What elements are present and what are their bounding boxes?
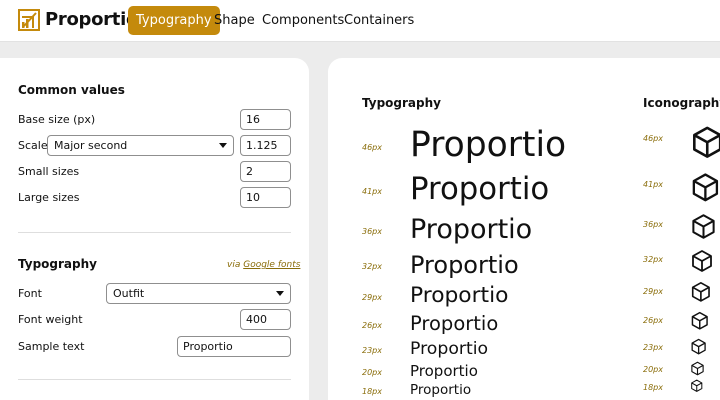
font-select[interactable]: Outfit xyxy=(106,283,291,304)
google-fonts-link[interactable]: Google fonts xyxy=(243,260,300,270)
large-sizes-label: Large sizes xyxy=(18,191,80,204)
sample-text-preview: Proportio xyxy=(410,125,567,166)
size-label: 32px xyxy=(643,255,663,265)
font-weight-label: Font weight xyxy=(18,313,83,326)
settings-panel: Common values Base size (px) 16 Scale Ma… xyxy=(0,58,309,400)
proportio-logo-icon xyxy=(18,9,40,31)
base-size-label: Base size (px) xyxy=(18,113,96,126)
cube-icon xyxy=(692,214,715,239)
chevron-down-icon xyxy=(276,291,284,296)
size-label: 41px xyxy=(643,180,663,190)
top-bar: Proportio Typography Shape Components Co… xyxy=(0,0,720,42)
size-label: 26px xyxy=(362,321,382,330)
sample-text-preview: Proportio xyxy=(410,171,550,208)
size-label: 46px xyxy=(362,143,382,152)
cube-icon xyxy=(691,281,710,302)
section-divider xyxy=(18,379,291,380)
size-label: 36px xyxy=(362,227,382,236)
sample-text-preview: Proportio xyxy=(410,338,489,359)
size-label: 36px xyxy=(643,220,663,230)
sample-text-preview: Proportio xyxy=(410,283,509,309)
cube-icon xyxy=(691,311,708,330)
section-divider xyxy=(18,232,291,233)
size-label: 46px xyxy=(643,134,663,144)
typography-settings-heading: Typography xyxy=(18,257,97,271)
nav-tab-containers[interactable]: Containers xyxy=(336,6,422,35)
font-weight-input[interactable]: 400 xyxy=(240,309,291,330)
sample-text-preview: Proportio xyxy=(410,312,499,336)
size-label: 20px xyxy=(362,368,382,377)
brand-name[interactable]: Proportio xyxy=(45,9,138,30)
size-label: 23px xyxy=(362,346,382,355)
size-label: 26px xyxy=(643,316,663,326)
size-label: 29px xyxy=(362,293,382,302)
preview-panel: Typography Iconography 46px 46px Proportio… xyxy=(328,58,720,400)
font-select-value: Outfit xyxy=(113,287,145,300)
sample-text-preview: Proportio xyxy=(410,250,519,279)
sample-text-input[interactable]: Proportio xyxy=(177,336,291,357)
common-values-heading: Common values xyxy=(18,83,125,97)
scale-value-input[interactable]: 1.125 xyxy=(240,135,291,156)
size-label: 29px xyxy=(643,286,663,296)
scale-select[interactable]: Major second xyxy=(47,135,234,156)
font-label: Font xyxy=(18,287,42,300)
size-label: 41px xyxy=(362,187,382,196)
cube-icon xyxy=(692,250,712,272)
size-label: 18px xyxy=(362,387,382,396)
cube-icon xyxy=(693,126,720,158)
large-sizes-input[interactable]: 10 xyxy=(240,187,291,208)
typography-preview-heading: Typography xyxy=(362,96,441,110)
base-size-input[interactable]: 16 xyxy=(240,109,291,130)
sample-text-preview: Proportio xyxy=(410,214,533,246)
size-label: 32px xyxy=(362,262,382,271)
sample-text-label: Sample text xyxy=(18,340,85,353)
scale-select-value: Major second xyxy=(54,139,128,152)
iconography-preview-heading: Iconography xyxy=(643,96,720,110)
google-fonts-note: via Google fonts xyxy=(227,260,300,270)
sample-text-preview: Proportio xyxy=(410,361,478,380)
cube-icon xyxy=(691,361,704,376)
size-label: 18px xyxy=(643,382,663,392)
cube-icon xyxy=(692,173,719,202)
small-sizes-input[interactable]: 2 xyxy=(240,161,291,182)
cube-icon xyxy=(691,379,703,392)
size-label: 23px xyxy=(643,342,663,352)
sample-text-preview: Proportio xyxy=(410,381,472,398)
size-label: 20px xyxy=(643,365,663,374)
chevron-down-icon xyxy=(219,143,227,148)
cube-icon xyxy=(691,338,706,355)
small-sizes-label: Small sizes xyxy=(18,165,80,178)
via-text: via xyxy=(227,260,241,270)
scale-label: Scale xyxy=(18,139,48,152)
